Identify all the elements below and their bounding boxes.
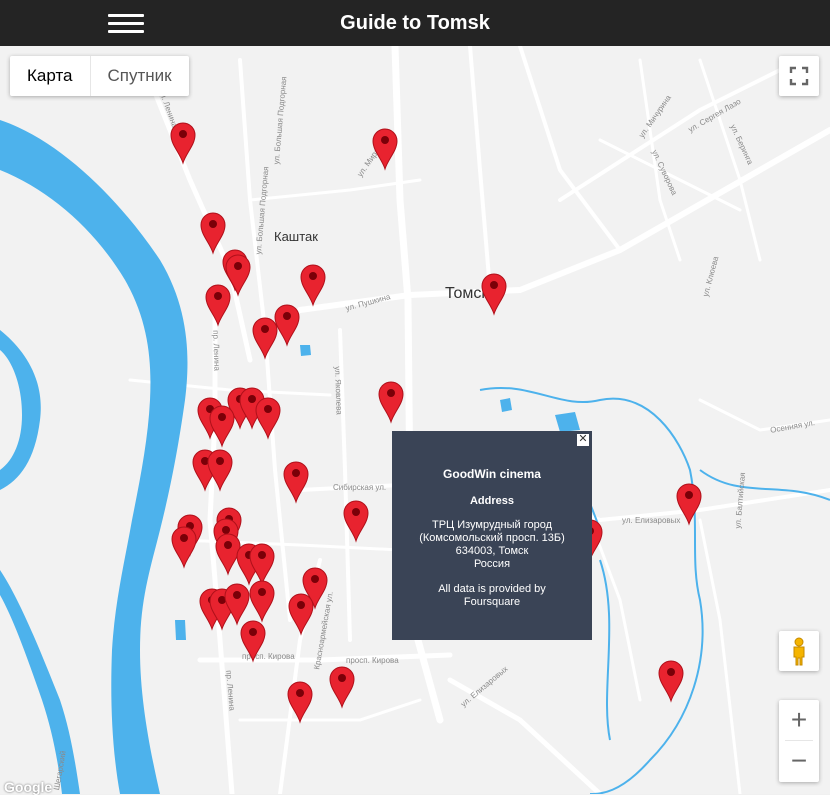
info-address-line: ТРЦ Изумрудный город bbox=[431, 519, 553, 531]
map-marker[interactable] bbox=[209, 405, 235, 448]
zoom-control: + − bbox=[779, 700, 819, 782]
info-window: ✕ GoodWin cinema Address ТРЦ Изумрудный … bbox=[392, 431, 592, 640]
info-address-label: Address bbox=[469, 495, 515, 507]
fullscreen-icon bbox=[789, 66, 809, 86]
info-venue-name: GoodWin cinema bbox=[443, 467, 541, 481]
map-marker[interactable] bbox=[372, 128, 398, 171]
street-view-button[interactable] bbox=[779, 631, 819, 671]
map-marker[interactable] bbox=[170, 122, 196, 165]
map-marker[interactable] bbox=[481, 273, 507, 316]
map-marker[interactable] bbox=[207, 449, 233, 492]
map-marker[interactable] bbox=[274, 304, 300, 347]
google-attribution[interactable]: Google bbox=[4, 780, 52, 794]
zoom-out-button[interactable]: − bbox=[779, 741, 819, 781]
map-type-map-button[interactable]: Карта bbox=[10, 56, 90, 96]
map-marker[interactable] bbox=[249, 543, 275, 586]
top-bar: Guide to Tomsk bbox=[0, 0, 830, 46]
map-marker[interactable] bbox=[288, 593, 314, 636]
map-marker[interactable] bbox=[240, 620, 266, 663]
map-marker[interactable] bbox=[676, 483, 702, 526]
map-marker[interactable] bbox=[205, 284, 231, 327]
page-title: Guide to Tomsk bbox=[340, 12, 490, 34]
info-address: ТРЦ Изумрудный город (Комсомольский прос… bbox=[392, 519, 592, 571]
map-marker[interactable] bbox=[249, 580, 275, 623]
map-type-control: Карта Спутник bbox=[10, 56, 189, 96]
pegman-icon bbox=[793, 637, 805, 666]
map-marker[interactable] bbox=[224, 583, 250, 626]
map-marker[interactable] bbox=[200, 212, 226, 255]
info-address-line: Россия bbox=[473, 558, 511, 570]
close-icon[interactable]: ✕ bbox=[577, 434, 589, 446]
map-marker[interactable] bbox=[255, 397, 281, 440]
info-credit-line: Foursquare bbox=[463, 596, 521, 608]
map-marker[interactable] bbox=[658, 660, 684, 703]
map-marker[interactable] bbox=[215, 533, 241, 576]
map-marker[interactable] bbox=[283, 461, 309, 504]
markers-layer bbox=[170, 122, 702, 724]
map-marker[interactable] bbox=[300, 264, 326, 307]
info-address-line: 634003, Томск bbox=[455, 545, 529, 557]
zoom-in-button[interactable]: + bbox=[779, 700, 819, 740]
map-canvas[interactable]: Каштак Томск ул. Ленина ул. Большая Подг… bbox=[0, 46, 830, 794]
map-marker[interactable] bbox=[343, 500, 369, 543]
map-marker[interactable] bbox=[225, 254, 251, 297]
info-credit-line: All data is provided by bbox=[438, 583, 546, 595]
info-credit: All data is provided by Foursquare bbox=[392, 583, 592, 609]
map-marker[interactable] bbox=[378, 381, 404, 424]
info-address-line: (Комсомольский просп. 13Б) bbox=[419, 532, 565, 544]
fullscreen-button[interactable] bbox=[779, 56, 819, 96]
map-marker[interactable] bbox=[287, 681, 313, 724]
map-marker[interactable] bbox=[329, 666, 355, 709]
map-type-satellite-button[interactable]: Спутник bbox=[89, 56, 189, 96]
map-marker[interactable] bbox=[171, 526, 197, 569]
map-marker[interactable] bbox=[252, 317, 278, 360]
